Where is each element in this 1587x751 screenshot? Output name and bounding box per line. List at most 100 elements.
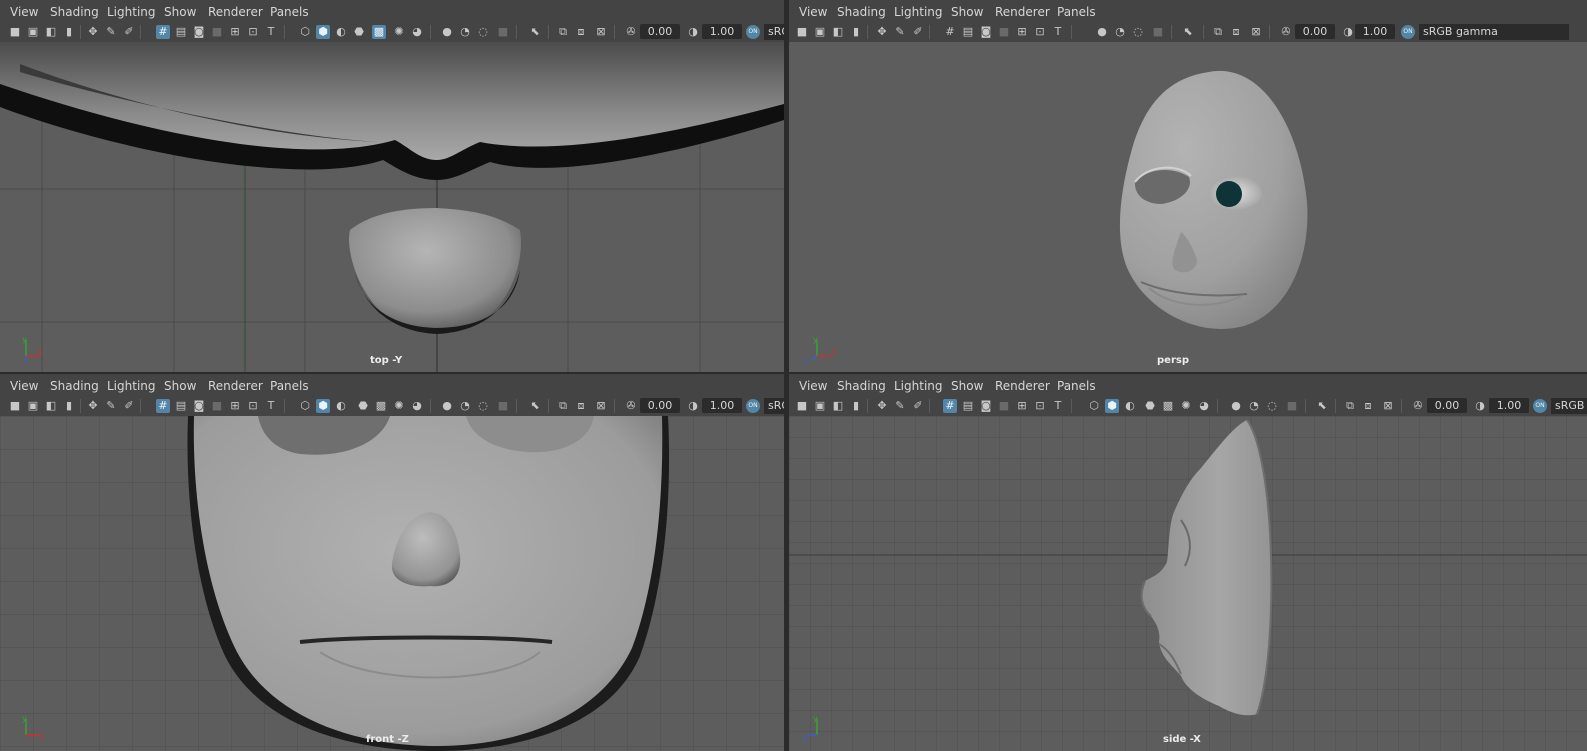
color-management-toggle[interactable]: ON [1401,25,1415,39]
pane-splitter-vertical[interactable] [784,0,789,751]
multisample-aa-icon[interactable]: ◌ [1265,399,1279,413]
pane-splitter-horizontal[interactable] [0,372,1587,374]
gamma-field[interactable]: 1.00 [1489,398,1529,413]
lights-icon[interactable]: ✺ [1179,399,1193,413]
gamma-field[interactable]: 1.00 [702,24,742,39]
xray-joints-icon[interactable]: ⧉ [1211,25,1225,39]
color-management-toggle[interactable]: ON [1533,399,1547,413]
menu-show[interactable]: Show [951,5,983,19]
gate-mask-icon[interactable]: ■ [997,25,1011,39]
field-chart-icon[interactable]: ⊞ [1015,25,1029,39]
isolate-select-icon[interactable]: ⬉ [528,25,542,39]
viewport-canvas-persp[interactable]: y x z persp [789,42,1587,372]
wireframe-icon[interactable]: ⬡ [1087,399,1101,413]
safe-action-icon[interactable]: ⊡ [246,399,260,413]
menu-renderer[interactable]: Renderer [995,5,1050,19]
grid-icon[interactable]: # [943,25,957,39]
grid-icon[interactable]: # [156,399,170,413]
isolate-select-icon[interactable]: ⬉ [528,399,542,413]
grease-pencil-icon[interactable]: ✎ [893,399,907,413]
resolution-gate-icon[interactable]: ◙ [192,399,206,413]
viewport-panel-side[interactable]: View Shading Lighting Show Renderer Pane… [789,374,1587,751]
bookmark-icon[interactable]: ◧ [44,399,58,413]
resolution-gate-icon[interactable]: ◙ [979,399,993,413]
xray-joints-icon[interactable]: ⧉ [556,25,570,39]
film-gate-icon[interactable]: ▤ [961,399,975,413]
grease-pencil-icon[interactable]: ✎ [104,399,118,413]
menu-lighting[interactable]: Lighting [894,379,943,393]
xray-icon[interactable]: ▩ [374,399,388,413]
safe-action-icon[interactable]: ⊡ [1033,25,1047,39]
colorspace-select[interactable]: sRGB gamma [1551,398,1587,414]
safe-title-icon[interactable]: T [264,399,278,413]
two-d-pan-zoom-icon[interactable]: ✥ [875,25,889,39]
menu-panels[interactable]: Panels [1057,379,1096,393]
motion-trail-icon[interactable]: ✐ [911,25,925,39]
grease-pencil-icon[interactable]: ✎ [893,25,907,39]
resolution-gate-icon[interactable]: ◙ [192,25,206,39]
xray-joints-icon[interactable]: ⧉ [1343,399,1357,413]
wireframe-icon[interactable]: ⬡ [298,399,312,413]
isolate-select-icon[interactable]: ⬉ [1315,399,1329,413]
colorspace-select[interactable]: sRGB gamma [1419,24,1569,40]
safe-title-icon[interactable]: T [1051,399,1065,413]
backface-culling-icon[interactable]: ⊠ [594,399,608,413]
menu-lighting[interactable]: Lighting [107,5,156,19]
safe-action-icon[interactable]: ⊡ [1033,399,1047,413]
gamma-field[interactable]: 1.00 [702,398,742,413]
xray-active-components-icon[interactable]: ⧈ [574,399,588,413]
camera-icon[interactable]: ■ [8,399,22,413]
menu-view[interactable]: View [10,379,38,393]
xray-icon[interactable]: ▩ [1161,399,1175,413]
exposure-field[interactable]: 0.00 [1427,398,1467,413]
backface-culling-icon[interactable]: ⊠ [1249,25,1263,39]
menu-shading[interactable]: Shading [837,5,886,19]
bookmark-icon[interactable]: ◧ [831,399,845,413]
bookmark-icon[interactable]: ◧ [44,25,58,39]
motion-blur-icon[interactable]: ◔ [1113,25,1127,39]
viewport-canvas-top[interactable]: y x top -Y [0,42,784,372]
wireframe-on-shaded-icon[interactable]: ⬣ [352,25,366,39]
image-plane-icon[interactable]: ▮ [849,399,863,413]
gate-mask-icon[interactable]: ■ [210,399,224,413]
camera-attributes-icon[interactable]: ▣ [813,25,827,39]
menu-lighting[interactable]: Lighting [894,5,943,19]
exposure-field[interactable]: 0.00 [1295,24,1335,39]
grease-pencil-icon[interactable]: ✎ [104,25,118,39]
menu-lighting[interactable]: Lighting [107,379,156,393]
gamma-field[interactable]: 1.00 [1355,24,1395,39]
colorspace-select[interactable]: sRGB gamma [764,24,784,40]
shadows-icon[interactable]: ◕ [1197,399,1211,413]
menu-view[interactable]: View [799,5,827,19]
xray-active-components-icon[interactable]: ⧈ [1361,399,1375,413]
menu-show[interactable]: Show [164,5,196,19]
motion-blur-icon[interactable]: ◔ [1247,399,1261,413]
menu-panels[interactable]: Panels [270,5,309,19]
backface-culling-icon[interactable]: ⊠ [1381,399,1395,413]
exposure-field[interactable]: 0.00 [640,24,680,39]
image-plane-icon[interactable]: ▮ [849,25,863,39]
depth-of-field-icon[interactable]: ■ [1151,25,1165,39]
viewport-canvas-side[interactable]: y z side -X [789,416,1587,751]
default-material-icon[interactable]: ◐ [334,399,348,413]
motion-trail-icon[interactable]: ✐ [911,399,925,413]
viewport-panel-front[interactable]: View Shading Lighting Show Renderer Pane… [0,374,784,751]
motion-trail-icon[interactable]: ✐ [122,399,136,413]
multisample-aa-icon[interactable]: ◌ [1131,25,1145,39]
safe-title-icon[interactable]: T [1051,25,1065,39]
menu-renderer[interactable]: Renderer [208,379,263,393]
film-gate-icon[interactable]: ▤ [174,25,188,39]
image-plane-icon[interactable]: ▮ [62,399,76,413]
exposure-field[interactable]: 0.00 [640,398,680,413]
menu-panels[interactable]: Panels [1057,5,1096,19]
menu-show[interactable]: Show [164,379,196,393]
lights-icon[interactable]: ✺ [392,25,406,39]
depth-of-field-icon[interactable]: ■ [496,399,510,413]
camera-attributes-icon[interactable]: ▣ [26,25,40,39]
camera-icon[interactable]: ■ [8,25,22,39]
two-d-pan-zoom-icon[interactable]: ✥ [86,399,100,413]
shadows-icon[interactable]: ◕ [410,25,424,39]
screen-space-ao-icon[interactable]: ● [440,399,454,413]
field-chart-icon[interactable]: ⊞ [1015,399,1029,413]
screen-space-ao-icon[interactable]: ● [1095,25,1109,39]
